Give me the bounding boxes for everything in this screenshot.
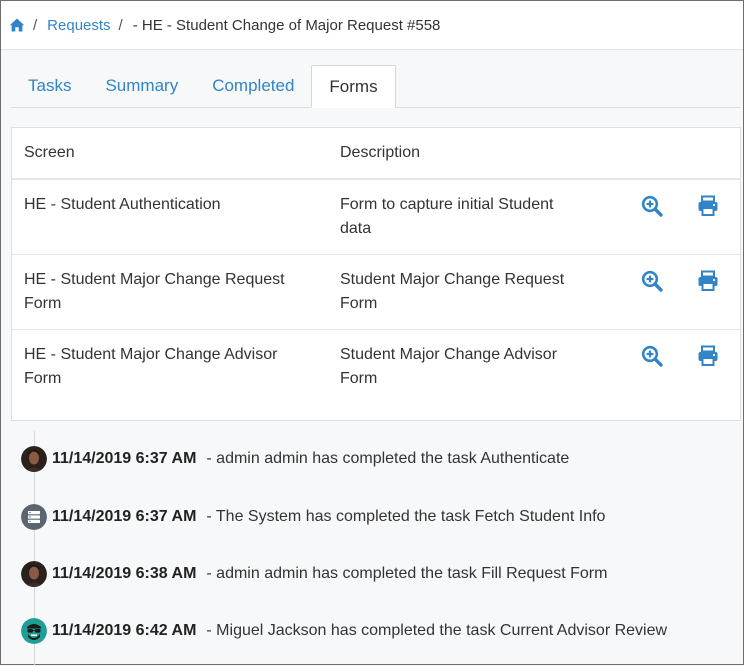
- print-icon[interactable]: [696, 344, 720, 368]
- tab-forms[interactable]: Forms: [311, 65, 396, 108]
- table-header-row: Screen Description: [12, 128, 740, 180]
- timeline-message: - admin admin has completed the task Fil…: [206, 565, 608, 582]
- cell-screen: HE - Student Major Change Advisor Form: [12, 330, 328, 405]
- timeline-entry: 11/14/2019 6:37 AM - The System has comp…: [21, 504, 605, 530]
- table-row: HE - Student Major Change Advisor Form S…: [12, 330, 740, 405]
- breadcrumb-current-page: - HE - Student Change of Major Request #…: [132, 16, 441, 34]
- timeline-entry: 11/14/2019 6:42 AM - Miguel Jackson has …: [21, 618, 667, 644]
- system-server-icon: [21, 504, 47, 530]
- forms-panel: Screen Description HE - Student Authenti…: [11, 127, 741, 421]
- cell-description: Student Major Change Request Form: [328, 254, 628, 330]
- breadcrumb-separator: /: [118, 16, 123, 34]
- timeline-message: - Miguel Jackson has completed the task …: [206, 622, 668, 639]
- home-icon[interactable]: [9, 17, 25, 33]
- cell-screen: HE - Student Authentication: [12, 179, 328, 255]
- tab-tasks[interactable]: Tasks: [11, 65, 88, 106]
- timeline-timestamp: 11/14/2019 6:37 AM: [52, 450, 197, 467]
- user-photo-avatar: [21, 561, 47, 587]
- teal-glasses-avatar: [21, 618, 47, 644]
- description-line: Student Major Change Request: [340, 271, 565, 288]
- timeline-timestamp: 11/14/2019 6:38 AM: [52, 565, 197, 582]
- column-header-screen: Screen: [12, 128, 328, 180]
- forms-table: Screen Description HE - Student Authenti…: [12, 128, 740, 404]
- breadcrumb-separator: /: [33, 16, 38, 34]
- screen-name-line: HE - Student Major Change Request: [24, 271, 285, 288]
- cell-description: Form to capture initial Student data: [328, 179, 628, 255]
- tab-completed[interactable]: Completed: [195, 65, 311, 106]
- description-line: Form: [340, 370, 378, 387]
- timeline-message: - admin admin has completed the task Aut…: [206, 450, 570, 467]
- print-icon[interactable]: [696, 269, 720, 293]
- timeline-entry: 11/14/2019 6:38 AM - admin admin has com…: [21, 561, 607, 587]
- breadcrumb: / Requests / - HE - Student Change of Ma…: [1, 1, 743, 50]
- table-row: HE - Student Authentication Form to capt…: [12, 179, 740, 255]
- timeline-message: - The System has completed the task Fetc…: [206, 508, 606, 525]
- cell-actions: [628, 254, 740, 330]
- cell-actions: [628, 330, 740, 405]
- cell-actions: [628, 179, 740, 255]
- cell-description: Student Major Change Advisor Form: [328, 330, 628, 405]
- timeline-timestamp: 11/14/2019 6:42 AM: [52, 622, 197, 639]
- user-photo-avatar: [21, 446, 47, 472]
- cell-screen: HE - Student Major Change Request Form: [12, 254, 328, 330]
- screen-name-line: Form: [24, 370, 62, 387]
- tab-summary[interactable]: Summary: [88, 65, 195, 106]
- screen-name-line: HE - Student Major Change Advisor: [24, 346, 278, 363]
- timeline-entry: 11/14/2019 6:37 AM - admin admin has com…: [21, 446, 569, 472]
- description-line: data: [340, 220, 372, 237]
- table-row: HE - Student Major Change Request Form S…: [12, 254, 740, 330]
- description-line: Form: [340, 295, 378, 312]
- description-line: Student Major Change Advisor: [340, 346, 558, 363]
- column-header-actions: [628, 128, 740, 180]
- timeline-timestamp: 11/14/2019 6:37 AM: [52, 508, 197, 525]
- column-header-description: Description: [328, 128, 628, 180]
- screen-name-line: HE - Student Authentication: [24, 196, 221, 213]
- print-icon[interactable]: [696, 194, 720, 218]
- request-tabs: Tasks Summary Completed Forms: [11, 65, 740, 108]
- zoom-in-icon[interactable]: [640, 269, 664, 293]
- breadcrumb-requests-link[interactable]: Requests: [47, 17, 110, 34]
- screen-name-line: Form: [24, 295, 62, 312]
- zoom-in-icon[interactable]: [640, 344, 664, 368]
- description-line: Form to capture initial Student: [340, 196, 554, 213]
- zoom-in-icon[interactable]: [640, 194, 664, 218]
